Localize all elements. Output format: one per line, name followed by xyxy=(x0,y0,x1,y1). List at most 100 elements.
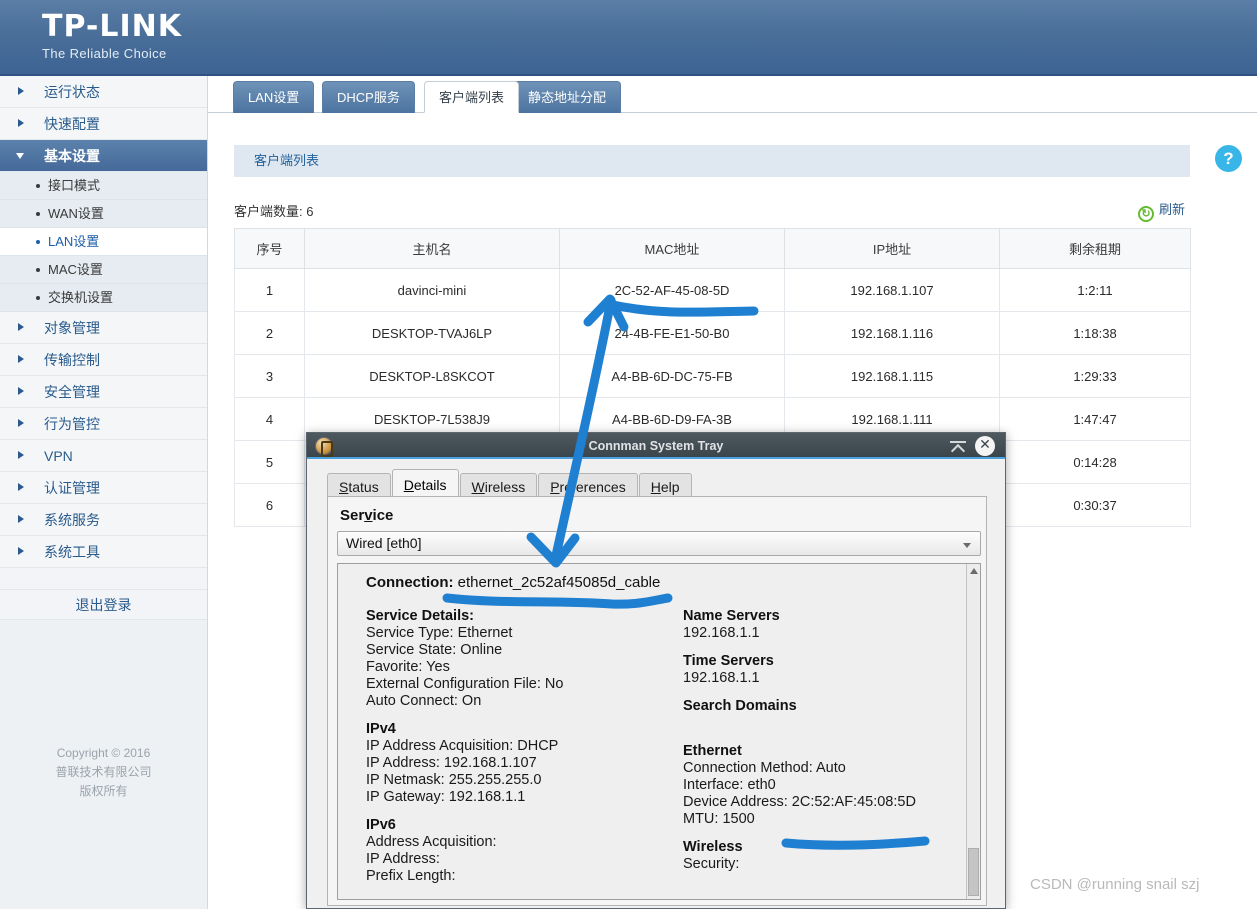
sidebar-item-label: 系统服务 xyxy=(44,512,100,528)
table-cell: 24-4B-FE-E1-50-B0 xyxy=(559,311,785,355)
tab-LAN设置[interactable]: LAN设置 xyxy=(233,81,315,113)
client-table-head: 序号 主机名 MAC地址 IP地址 剩余租期 xyxy=(234,228,1191,269)
sidebar-item-快速配置[interactable]: 快速配置 xyxy=(0,108,207,140)
detail-heading: IPv6 xyxy=(366,817,396,833)
sidebar-item-传输控制[interactable]: 传输控制 xyxy=(0,344,207,376)
sidebar-copyright: Copyright © 2016 普联技术有限公司 版权所有 xyxy=(0,744,207,801)
dialog-tab-label: Wireless xyxy=(471,479,526,495)
help-icon[interactable]: ? xyxy=(1215,145,1242,172)
table-cell: 2 xyxy=(234,311,305,355)
sidebar-nav: 运行状态快速配置基本设置接口模式 WAN设置 LAN设置 MAC设置 交换机设置对象管理… xyxy=(0,76,207,568)
service-select[interactable]: Wired [eth0] xyxy=(337,531,981,556)
tab-客户端列表[interactable]: 客户端列表 xyxy=(424,81,520,113)
chevron-right-icon xyxy=(18,483,24,491)
tab-label: 客户端列表 xyxy=(439,90,505,105)
sidebar-item-label: 快速配置 xyxy=(44,116,100,132)
table-header-row: 序号 主机名 MAC地址 IP地址 剩余租期 xyxy=(234,228,1191,269)
sidebar-item-接口模式[interactable]: 接口模式 xyxy=(0,172,207,200)
table-row: 2 DESKTOP-TVAJ6LP 24-4B-FE-E1-50-B0 192.168… xyxy=(234,311,1191,355)
sidebar-item-VPN[interactable]: VPN xyxy=(0,440,207,472)
table-cell: 2C-52-AF-45-08-5D xyxy=(559,268,785,312)
logout-button[interactable]: 退出登录 xyxy=(0,590,207,620)
service-select-value: Wired [eth0] xyxy=(346,535,422,551)
sidebar-item-安全管理[interactable]: 安全管理 xyxy=(0,376,207,408)
column-header: 序号 xyxy=(234,228,305,269)
bullet-icon xyxy=(36,212,40,216)
table-cell: 5 xyxy=(234,440,305,484)
dialog-tab-label: Status xyxy=(339,479,379,495)
column-header: 剩余租期 xyxy=(999,228,1191,269)
scrollbar-thumb[interactable] xyxy=(968,848,979,896)
table-cell: A4-BB-6D-DC-75-FB xyxy=(559,354,785,398)
close-icon[interactable]: ✕ xyxy=(975,436,995,456)
sidebar-item-LAN设置[interactable]: LAN设置 xyxy=(0,228,207,256)
column-header: 主机名 xyxy=(304,228,560,269)
chevron-right-icon xyxy=(18,119,24,127)
sidebar: 运行状态快速配置基本设置接口模式 WAN设置 LAN设置 MAC设置 交换机设置对象管理… xyxy=(0,76,208,909)
bullet-icon xyxy=(36,296,40,300)
table-cell: 192.168.1.107 xyxy=(784,268,1000,312)
bullet-icon xyxy=(36,268,40,272)
dialog-tab-list: Status Details Wireless Preferences Help xyxy=(327,469,693,501)
sidebar-item-基本设置[interactable]: 基本设置 xyxy=(0,140,207,172)
table-cell: 192.168.1.116 xyxy=(784,311,1000,355)
sidebar-item-WAN设置[interactable]: WAN设置 xyxy=(0,200,207,228)
details-scrollbar[interactable] xyxy=(966,564,980,899)
chevron-right-icon xyxy=(18,515,24,523)
sidebar-item-label: 对象管理 xyxy=(44,320,100,336)
table-cell: 1:2:11 xyxy=(999,268,1191,312)
detail-line: Prefix Length: xyxy=(366,868,456,884)
sidebar-item-label: 系统工具 xyxy=(44,544,100,560)
detail-heading: Service Details: xyxy=(366,608,475,624)
sidebar-item-系统工具[interactable]: 系统工具 xyxy=(0,536,207,568)
tab-DHCP服务[interactable]: DHCP服务 xyxy=(322,81,415,113)
sidebar-item-MAC设置[interactable]: MAC设置 xyxy=(0,256,207,284)
sidebar-item-对象管理[interactable]: 对象管理 xyxy=(0,312,207,344)
detail-heading: Ethernet xyxy=(683,743,742,759)
tab-label: DHCP服务 xyxy=(337,90,400,105)
service-heading: Service xyxy=(340,507,394,524)
chevron-down-icon xyxy=(16,153,24,159)
detail-line: Favorite: Yes xyxy=(366,659,450,675)
scroll-up-arrow-icon[interactable] xyxy=(970,568,978,574)
table-row: 3 DESKTOP-L8SKCOT A4-BB-6D-DC-75-FB 192.168… xyxy=(234,354,1191,398)
sidebar-item-系统服务[interactable]: 系统服务 xyxy=(0,504,207,536)
shade-icon[interactable] xyxy=(949,437,967,455)
dialog-tab-label: Details xyxy=(403,477,447,493)
watermark: CSDN @running snail szj xyxy=(1030,876,1200,893)
table-cell: 192.168.1.115 xyxy=(784,354,1000,398)
detail-heading: Name Servers xyxy=(683,608,780,624)
tab-label: 静态地址分配 xyxy=(528,90,607,105)
chevron-right-icon xyxy=(18,87,24,95)
dialog-title-bar[interactable]: Connman System Tray ✕ xyxy=(307,433,1005,459)
refresh-button[interactable]: ↻ 刷新 xyxy=(1138,199,1185,222)
detail-line: IP Address Acquisition: DHCP xyxy=(366,738,559,754)
detail-line: Interface: eth0 xyxy=(683,777,776,793)
sidebar-item-label: 传输控制 xyxy=(44,352,100,368)
connman-dialog[interactable]: Connman System Tray ✕ Status Details Wirel… xyxy=(306,432,1006,909)
sidebar-item-认证管理[interactable]: 认证管理 xyxy=(0,472,207,504)
table-cell: DESKTOP-TVAJ6LP xyxy=(304,311,560,355)
connection-line: Connection: ethernet_2c52af45085d_cable xyxy=(366,574,660,591)
dialog-tab-label: Preferences xyxy=(550,479,626,495)
sidebar-item-运行状态[interactable]: 运行状态 xyxy=(0,76,207,108)
sidebar-item-label: 接口模式 xyxy=(48,178,101,193)
chevron-right-icon xyxy=(18,419,24,427)
table-cell: 1:29:33 xyxy=(999,354,1191,398)
tab-静态地址分配[interactable]: 静态地址分配 xyxy=(513,81,622,113)
bullet-icon xyxy=(36,240,40,244)
tab-strip: LAN设置 DHCP服务 客户端列表 静态地址分配 xyxy=(208,76,1257,113)
table-cell: davinci-mini xyxy=(304,268,560,312)
sidebar-spacer xyxy=(0,568,207,590)
copyright-line-3: 版权所有 xyxy=(79,784,128,798)
column-header: MAC地址 xyxy=(559,228,785,269)
chevron-right-icon xyxy=(18,355,24,363)
dialog-body: Service Wired [eth0] Connection: etherne… xyxy=(327,496,987,906)
sidebar-item-行为管控[interactable]: 行为管控 xyxy=(0,408,207,440)
sidebar-item-交换机设置[interactable]: 交换机设置 xyxy=(0,284,207,312)
sidebar-item-label: VPN xyxy=(44,448,73,464)
detail-heading: Search Domains xyxy=(683,698,797,714)
column-header: IP地址 xyxy=(784,228,1000,269)
sidebar-item-label: 安全管理 xyxy=(44,384,100,400)
sidebar-item-label: 行为管控 xyxy=(44,416,100,432)
